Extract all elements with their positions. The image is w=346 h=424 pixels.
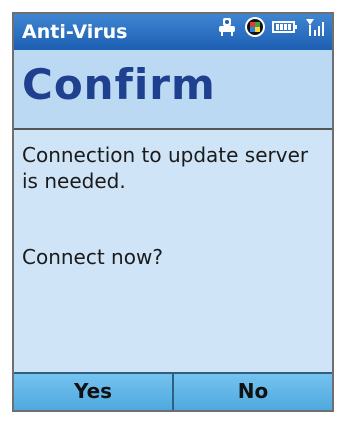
windows-start-icon — [244, 14, 266, 50]
dialog-header: Confirm — [14, 50, 332, 130]
title-bar: Anti-Virus — [14, 14, 332, 50]
no-softkey[interactable]: No — [172, 374, 332, 410]
signal-icon — [304, 14, 326, 50]
yes-softkey[interactable]: Yes — [14, 374, 172, 410]
connectivity-icon — [216, 14, 238, 50]
battery-icon — [272, 14, 298, 50]
app-title: Anti-Virus — [22, 21, 128, 43]
softkey-bar: Yes No — [14, 372, 332, 410]
dialog-question: Connect now? — [22, 245, 163, 269]
phone-screen: Anti-Virus Confirm Connection to update … — [12, 12, 334, 412]
dialog-body: Connection to update server is needed. C… — [14, 130, 332, 378]
status-icons — [216, 17, 326, 44]
page-title: Confirm — [22, 60, 216, 109]
dialog-message: Connection to update server is needed. — [22, 143, 309, 193]
device-frame: Anti-Virus Confirm Connection to update … — [0, 0, 346, 424]
